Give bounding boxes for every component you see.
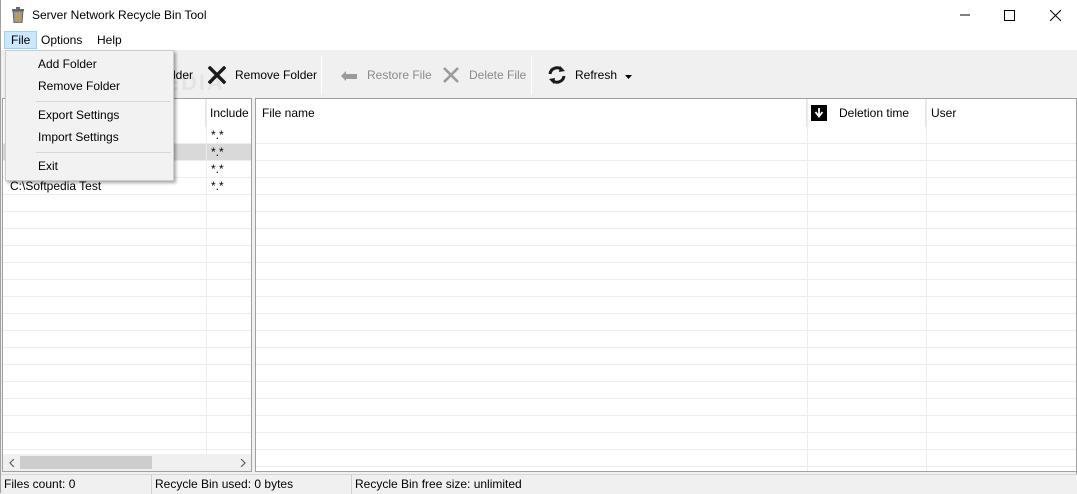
folder-row	[3, 399, 251, 416]
scroll-left-arrow-icon[interactable]	[3, 454, 20, 471]
scroll-right-arrow-icon[interactable]	[234, 454, 251, 471]
close-button[interactable]	[1032, 0, 1077, 30]
menu-add-folder[interactable]: Add Folder	[8, 53, 171, 75]
scrollbar-thumb[interactable]	[20, 456, 152, 469]
recycle-free-status: Recycle Bin free size: unlimited	[355, 477, 522, 491]
file-row	[256, 348, 1076, 365]
menu-options[interactable]: Options	[35, 31, 88, 49]
maximize-icon	[1003, 9, 1015, 21]
folder-row	[3, 280, 251, 297]
deletion-time-column-header[interactable]: Deletion time	[807, 99, 926, 127]
deletion-time-label: Deletion time	[839, 106, 910, 120]
menu-remove-folder[interactable]: Remove Folder	[8, 75, 171, 97]
menu-export-settings[interactable]: Export Settings	[8, 104, 171, 126]
user-column-header[interactable]: User	[926, 99, 1076, 127]
title-bar[interactable]: Server Network Recycle Bin Tool	[1, 0, 1077, 30]
recycle-bin-app-icon	[11, 7, 25, 24]
file-row	[256, 178, 1076, 195]
file-row	[256, 314, 1076, 331]
recycle-used-status: Recycle Bin used: 0 bytes	[152, 475, 352, 494]
restore-file-label: Restore File	[367, 68, 432, 82]
folder-row	[3, 212, 251, 229]
file-row	[256, 382, 1076, 399]
file-row	[256, 127, 1076, 144]
menu-import-settings[interactable]: Import Settings	[8, 126, 171, 148]
column-divider	[206, 99, 207, 455]
menu-exit[interactable]: Exit	[8, 155, 171, 177]
folder-row	[3, 263, 251, 280]
file-row	[256, 280, 1076, 297]
folder-row	[3, 297, 251, 314]
file-row	[256, 297, 1076, 314]
file-row	[256, 433, 1076, 450]
restore-file-button[interactable]: Restore File	[339, 64, 432, 86]
menu-file[interactable]: File	[4, 31, 38, 49]
refresh-button[interactable]: Refresh	[547, 64, 633, 86]
folder-row	[3, 195, 251, 212]
sort-descending-icon	[811, 105, 827, 121]
refresh-icon	[547, 65, 567, 85]
status-bar: Files count: 0 Recycle Bin used: 0 bytes…	[1, 474, 1077, 494]
file-row	[256, 144, 1076, 161]
file-row	[256, 161, 1076, 178]
file-row	[256, 212, 1076, 229]
file-row	[256, 195, 1076, 212]
window-title: Server Network Recycle Bin Tool	[32, 8, 207, 22]
files-count-status: Files count: 0	[1, 475, 152, 494]
refresh-dropdown-arrow-icon[interactable]	[625, 68, 633, 82]
refresh-label: Refresh	[575, 68, 618, 82]
folder-include: *.*	[211, 145, 224, 159]
folder-include: *.*	[211, 128, 224, 142]
column-divider	[926, 99, 927, 471]
maximize-button[interactable]	[986, 0, 1032, 30]
include-column-header[interactable]: Include	[206, 99, 251, 127]
folder-row	[3, 365, 251, 382]
folder-include: *.*	[211, 179, 224, 193]
minimize-button[interactable]	[942, 0, 988, 30]
folder-row	[3, 416, 251, 433]
menu-separator	[36, 101, 171, 102]
file-row	[256, 416, 1076, 433]
folder-include: *.*	[211, 162, 224, 176]
folder-row	[3, 348, 251, 365]
app-window: Server Network Recycle Bin Tool File Opt…	[0, 0, 1077, 494]
menu-help[interactable]: Help	[91, 31, 128, 49]
delete-file-button[interactable]: Delete File	[441, 64, 526, 86]
restore-arrow-icon	[339, 65, 359, 85]
file-list[interactable]: File name Deletion time User	[255, 98, 1077, 472]
folder-row	[3, 331, 251, 348]
file-row	[256, 365, 1076, 382]
file-row	[256, 450, 1076, 467]
column-divider	[807, 99, 808, 471]
file-row	[256, 263, 1076, 280]
toolbar-separator	[531, 56, 532, 94]
file-row	[256, 229, 1076, 246]
delete-file-label: Delete File	[469, 68, 527, 82]
folder-row	[3, 314, 251, 331]
menu-bar: File Options Help	[1, 30, 1077, 50]
minimize-icon	[960, 14, 970, 16]
file-row	[256, 331, 1076, 348]
remove-folder-label: Remove Folder	[235, 68, 318, 82]
file-menu-dropdown: Add Folder Remove Folder Export Settings…	[5, 50, 174, 181]
folder-row	[3, 246, 251, 263]
toolbar-separator	[321, 56, 322, 94]
file-row	[256, 399, 1076, 416]
folder-row	[3, 229, 251, 246]
delete-x-icon	[441, 65, 461, 85]
menu-separator	[36, 152, 171, 153]
file-row	[256, 246, 1076, 263]
close-icon	[1049, 9, 1061, 21]
folder-row	[3, 433, 251, 450]
folder-row	[3, 382, 251, 399]
horizontal-scrollbar[interactable]	[3, 454, 251, 471]
file-name-column-header[interactable]: File name	[256, 99, 807, 127]
